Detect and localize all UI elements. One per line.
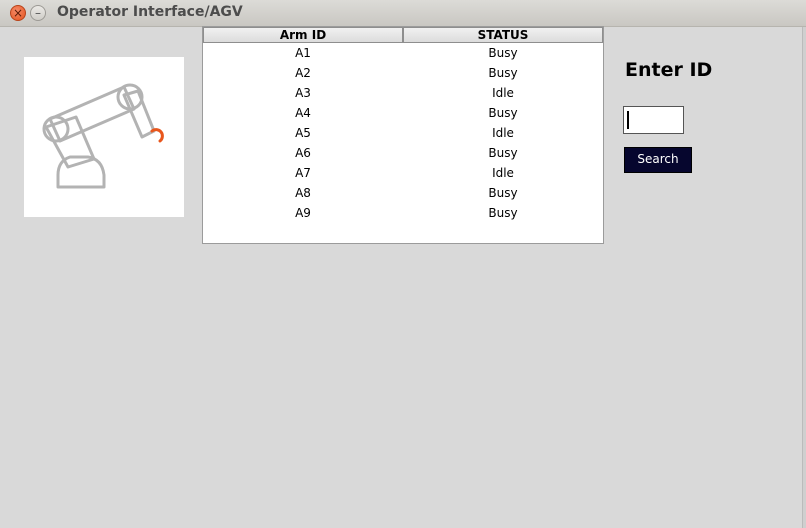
status-cell: Idle xyxy=(492,86,514,100)
id-input[interactable] xyxy=(623,106,684,134)
arm-id-cell: A2 xyxy=(295,66,311,80)
table-body: A1 Busy A2 Busy A3 Idle A4 Busy A5 Idle … xyxy=(203,43,603,223)
arm-id-cell: A5 xyxy=(295,126,311,140)
status-cell: Idle xyxy=(492,126,514,140)
arm-id-cell: A7 xyxy=(295,166,311,180)
robot-image-panel xyxy=(24,57,184,217)
enter-id-label: Enter ID xyxy=(625,59,713,81)
column-header-arm-id[interactable]: Arm ID xyxy=(203,27,403,43)
close-icon[interactable]: × xyxy=(10,5,26,21)
status-cell: Idle xyxy=(492,166,514,180)
status-cell: Busy xyxy=(488,206,518,220)
table-row[interactable]: A5 Idle xyxy=(203,123,603,143)
status-cell: Busy xyxy=(488,186,518,200)
table-row[interactable]: A6 Busy xyxy=(203,143,603,163)
text-cursor xyxy=(627,111,629,129)
table-row[interactable]: A2 Busy xyxy=(203,63,603,83)
status-cell: Busy xyxy=(488,146,518,160)
arm-id-cell: A9 xyxy=(295,206,311,220)
table-row[interactable]: A7 Idle xyxy=(203,163,603,183)
search-button[interactable]: Search xyxy=(624,147,692,173)
table-row[interactable]: A1 Busy xyxy=(203,43,603,63)
table-row[interactable]: A4 Busy xyxy=(203,103,603,123)
window-edge xyxy=(802,27,806,528)
minimize-icon[interactable]: – xyxy=(30,5,46,21)
arm-id-cell: A6 xyxy=(295,146,311,160)
table-header: Arm ID STATUS xyxy=(203,27,603,43)
window-titlebar: × – Operator Interface/AGV xyxy=(0,0,806,27)
arm-id-cell: A8 xyxy=(295,186,311,200)
status-cell: Busy xyxy=(488,46,518,60)
table-row[interactable]: A9 Busy xyxy=(203,203,603,223)
column-header-status[interactable]: STATUS xyxy=(403,27,603,43)
window-title: Operator Interface/AGV xyxy=(57,4,243,20)
arm-id-cell: A3 xyxy=(295,86,311,100)
status-cell: Busy xyxy=(488,106,518,120)
table-row[interactable]: A3 Idle xyxy=(203,83,603,103)
arm-status-table: Arm ID STATUS A1 Busy A2 Busy A3 Idle A4… xyxy=(202,26,604,244)
robot-arm-icon xyxy=(42,83,164,189)
arm-id-cell: A4 xyxy=(295,106,311,120)
table-row[interactable]: A8 Busy xyxy=(203,183,603,203)
status-cell: Busy xyxy=(488,66,518,80)
arm-id-cell: A1 xyxy=(295,46,311,60)
